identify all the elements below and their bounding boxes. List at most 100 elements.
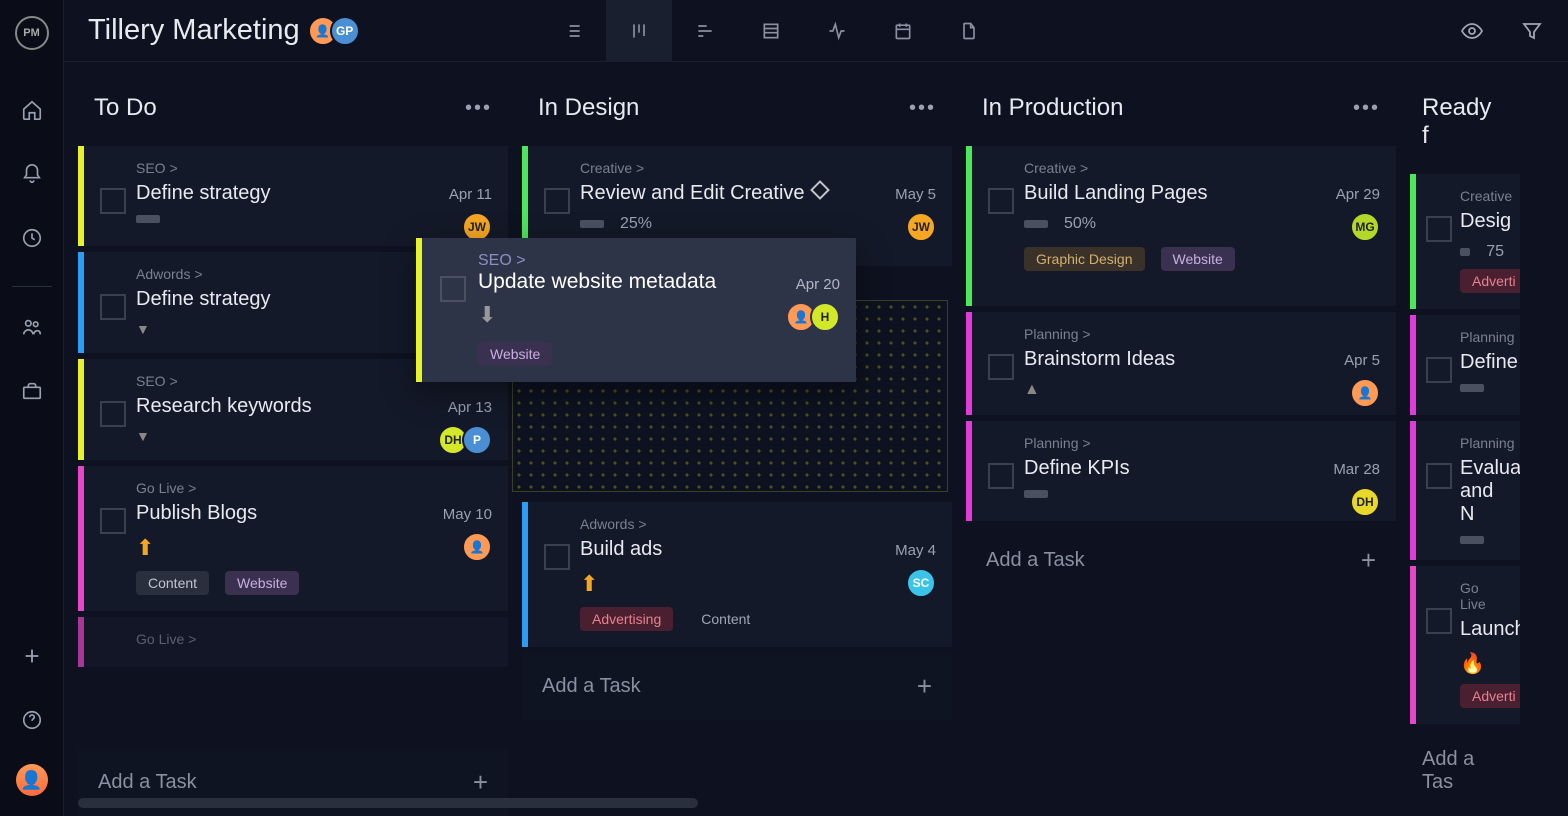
priority-down-icon: ⬇: [478, 302, 496, 327]
clock-icon[interactable]: [12, 218, 52, 258]
task-checkbox[interactable]: [1426, 216, 1452, 242]
task-title: Desig: [1460, 210, 1504, 233]
task-card[interactable]: Planning > Brainstorm Ideas Apr 5 ▲ 👤: [966, 312, 1396, 415]
tag[interactable]: Adverti: [1460, 269, 1520, 293]
activity-view-icon[interactable]: [804, 0, 870, 62]
home-icon[interactable]: [12, 90, 52, 130]
file-view-icon[interactable]: [936, 0, 1002, 62]
assignee-avatar[interactable]: 👤: [462, 532, 492, 562]
task-checkbox[interactable]: [440, 276, 466, 302]
calendar-view-icon[interactable]: [870, 0, 936, 62]
column-header: In Design •••: [522, 76, 952, 146]
chevron-down-icon[interactable]: ▼: [136, 321, 150, 337]
task-crumb: Planning: [1460, 435, 1504, 451]
task-card[interactable]: Go Live > Publish Blogs May 10 ⬆ 👤 Conte…: [78, 466, 508, 611]
assignee-avatar[interactable]: P: [462, 425, 492, 455]
current-user-avatar[interactable]: 👤: [16, 764, 48, 796]
task-title: Build ads: [580, 538, 936, 561]
task-checkbox[interactable]: [1426, 463, 1452, 489]
priority-dash-icon: [1024, 220, 1048, 228]
tag[interactable]: Advertising: [580, 607, 673, 631]
assignee-avatar[interactable]: SC: [906, 568, 936, 598]
assignee-avatar[interactable]: JW: [906, 212, 936, 242]
task-checkbox[interactable]: [1426, 608, 1452, 634]
column-body: SEO > Define strategy Apr 11 JW Adwords …: [78, 146, 508, 743]
people-icon[interactable]: [12, 307, 52, 347]
tag[interactable]: Website: [1161, 247, 1235, 271]
column-body: Creative Desig 75 Adverti Planning Defin…: [1410, 174, 1520, 816]
column-header: In Production •••: [966, 76, 1396, 146]
tag[interactable]: Content: [136, 571, 209, 595]
app-logo[interactable]: PM: [15, 16, 49, 50]
list-view-icon[interactable]: [540, 0, 606, 62]
top-bar: Tillery Marketing 👤 GP: [64, 0, 1568, 62]
task-card[interactable]: Planning Define: [1410, 315, 1520, 415]
task-checkbox[interactable]: [100, 188, 126, 214]
add-task-button[interactable]: Add a Tas: [1410, 730, 1520, 812]
task-checkbox[interactable]: [544, 544, 570, 570]
dragging-task-card[interactable]: SEO > Update website metadata Apr 20 ⬇ 👤…: [416, 238, 856, 382]
sheet-view-icon[interactable]: [738, 0, 804, 62]
column-title: Ready f: [1422, 94, 1504, 150]
task-checkbox[interactable]: [100, 401, 126, 427]
task-checkbox[interactable]: [544, 188, 570, 214]
column-menu-icon[interactable]: •••: [465, 97, 492, 120]
task-checkbox[interactable]: [988, 188, 1014, 214]
tag[interactable]: Website: [478, 342, 552, 366]
filter-icon[interactable]: [1520, 19, 1544, 43]
gantt-view-icon[interactable]: [672, 0, 738, 62]
task-date: May 5: [895, 186, 936, 203]
task-date: May 10: [443, 506, 492, 523]
column-menu-icon[interactable]: •••: [909, 97, 936, 120]
tag[interactable]: Adverti: [1460, 684, 1520, 708]
task-checkbox[interactable]: [100, 294, 126, 320]
column-menu-icon[interactable]: •••: [1353, 97, 1380, 120]
assignee-avatar[interactable]: MG: [1350, 212, 1380, 242]
member-avatar[interactable]: GP: [330, 16, 360, 46]
task-card[interactable]: Creative > Build Landing Pages Apr 29 50…: [966, 146, 1396, 306]
assignee-avatar[interactable]: DH: [1350, 487, 1380, 517]
task-card[interactable]: Go Live >: [78, 617, 508, 667]
task-crumb: Creative >: [1024, 160, 1380, 176]
task-card[interactable]: Creative Desig 75 Adverti: [1410, 174, 1520, 309]
eye-icon[interactable]: [1460, 19, 1484, 43]
assignee-avatar[interactable]: 👤: [1350, 378, 1380, 408]
task-card[interactable]: Planning Evalua and N: [1410, 421, 1520, 560]
horizontal-scrollbar[interactable]: [78, 798, 698, 808]
task-crumb: Creative: [1460, 188, 1504, 204]
priority-dash-icon: [1460, 248, 1470, 256]
add-task-label: Add a Task: [986, 549, 1085, 572]
add-task-button[interactable]: Add a Task +: [522, 653, 952, 720]
briefcase-icon[interactable]: [12, 371, 52, 411]
task-checkbox[interactable]: [1426, 357, 1452, 383]
help-icon[interactable]: [12, 700, 52, 740]
plus-icon: +: [473, 767, 488, 798]
add-icon[interactable]: [12, 636, 52, 676]
priority-dash-icon: [1460, 536, 1484, 544]
task-card[interactable]: Planning > Define KPIs Mar 28 DH: [966, 421, 1396, 521]
task-title: Launch: [1460, 618, 1504, 641]
project-members[interactable]: 👤 GP: [316, 16, 360, 46]
tag[interactable]: Content: [689, 607, 762, 631]
task-date: Apr 13: [448, 399, 492, 416]
task-checkbox[interactable]: [100, 508, 126, 534]
add-task-label: Add a Tas: [1422, 748, 1500, 794]
task-card[interactable]: SEO > Define strategy Apr 11 JW: [78, 146, 508, 246]
assignee-avatar[interactable]: H: [810, 302, 840, 332]
task-date: Apr 5: [1344, 352, 1380, 369]
bell-icon[interactable]: [12, 154, 52, 194]
add-task-button[interactable]: Add a Task +: [966, 527, 1396, 594]
task-checkbox[interactable]: [988, 463, 1014, 489]
chevron-down-icon[interactable]: ▼: [136, 428, 150, 444]
tag[interactable]: Graphic Design: [1024, 247, 1145, 271]
left-nav-rail: PM 👤: [0, 0, 64, 816]
tag[interactable]: Website: [225, 571, 299, 595]
column-title: In Design: [538, 94, 639, 122]
task-card[interactable]: Adwords > Build ads May 4 ⬆ SC Advertisi…: [522, 502, 952, 647]
column-title: To Do: [94, 94, 157, 122]
task-title: Define: [1460, 351, 1504, 374]
task-title: Update website metadata: [478, 270, 840, 294]
task-checkbox[interactable]: [988, 354, 1014, 380]
task-card[interactable]: Go Live Launch 🔥 Adverti: [1410, 566, 1520, 724]
board-view-icon[interactable]: [606, 0, 672, 62]
